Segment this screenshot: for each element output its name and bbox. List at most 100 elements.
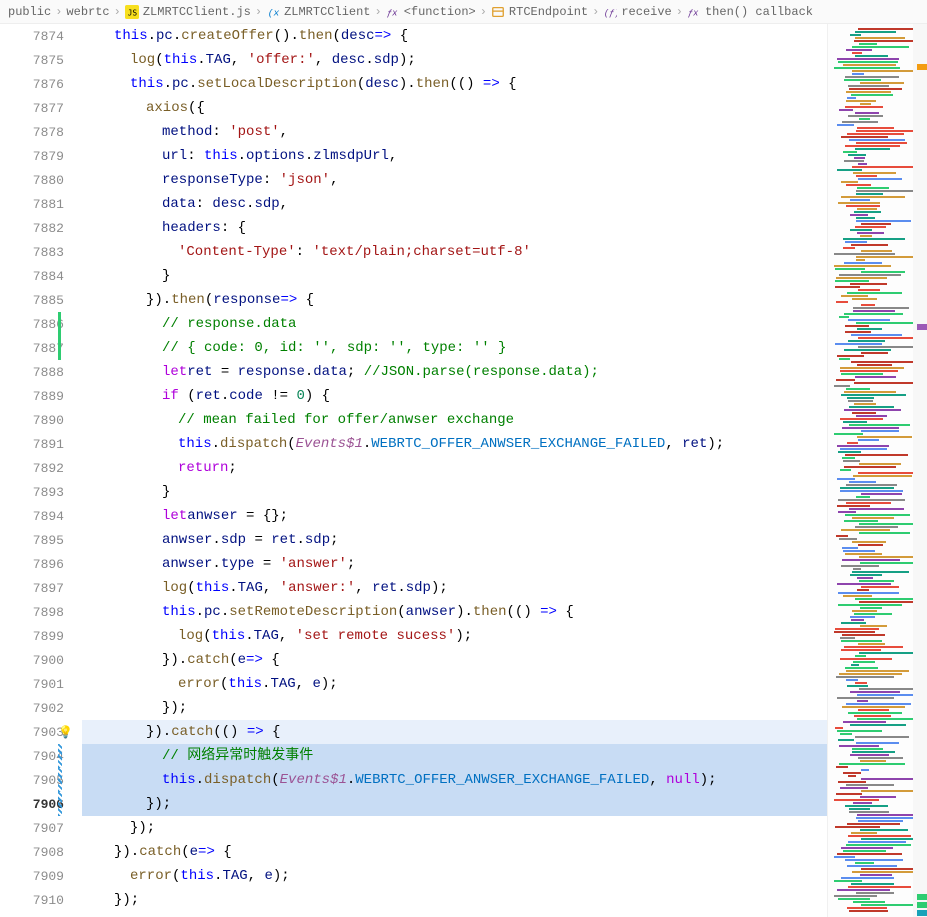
code-line[interactable]: if (ret.code != 0) { xyxy=(82,384,827,408)
code-line[interactable]: }); xyxy=(82,696,827,720)
code-line[interactable]: return; xyxy=(82,456,827,480)
line-number[interactable]: 7883 xyxy=(0,240,82,264)
code-line[interactable]: 'Content-Type': 'text/plain;charset=utf-… xyxy=(82,240,827,264)
minimap-line xyxy=(845,106,883,108)
line-number[interactable]: 7898 xyxy=(0,600,82,624)
minimap-line xyxy=(846,91,891,93)
crumb-var[interactable]: (x) ZLMRTCClient xyxy=(266,5,370,19)
crumb-file[interactable]: JS ZLMRTCClient.js xyxy=(125,5,251,19)
minimap-marker[interactable] xyxy=(917,902,927,908)
line-number[interactable]: 7892 xyxy=(0,456,82,480)
code-line[interactable]: }); xyxy=(82,888,827,912)
line-number[interactable]: 7900 xyxy=(0,648,82,672)
line-number[interactable]: 7885 xyxy=(0,288,82,312)
code-line[interactable]: }).catch(() => { xyxy=(82,720,827,744)
crumb-class[interactable]: RTCEndpoint xyxy=(491,5,588,19)
editor[interactable]: 7874787578767877787878797880788178827883… xyxy=(0,24,927,917)
line-number[interactable]: 7876 xyxy=(0,72,82,96)
line-number[interactable]: 7880 xyxy=(0,168,82,192)
minimap-marker[interactable] xyxy=(917,64,927,70)
code-line[interactable]: // mean failed for offer/anwser exchange xyxy=(82,408,827,432)
crumb-fn[interactable]: ƒx <function> xyxy=(386,5,476,19)
code-line[interactable]: this.dispatch(Events$1.WEBRTC_OFFER_ANWS… xyxy=(82,768,827,792)
code-line[interactable]: }); xyxy=(82,792,827,816)
minimap-marker[interactable] xyxy=(917,910,927,916)
code-line[interactable]: error(this.TAG, e); xyxy=(82,672,827,696)
minimap-line xyxy=(861,838,914,840)
line-number[interactable]: 7906 xyxy=(0,792,82,816)
code-line[interactable]: this.pc.setRemoteDescription(anwser).the… xyxy=(82,600,827,624)
line-number[interactable]: 7875 xyxy=(0,48,82,72)
crumb-public[interactable]: public xyxy=(8,5,51,19)
line-number[interactable]: 7899 xyxy=(0,624,82,648)
line-number[interactable]: 7897 xyxy=(0,576,82,600)
code-line[interactable]: this.dispatch(Events$1.WEBRTC_OFFER_ANWS… xyxy=(82,432,827,456)
line-number[interactable]: 7877 xyxy=(0,96,82,120)
code-line[interactable]: url: this.options.zlmsdpUrl, xyxy=(82,144,827,168)
code-line[interactable]: // response.data xyxy=(82,312,827,336)
line-number[interactable]: 7905 xyxy=(0,768,82,792)
code-line[interactable]: this.pc.setLocalDescription(desc).then((… xyxy=(82,72,827,96)
line-number[interactable]: 7887 xyxy=(0,336,82,360)
line-number[interactable]: 7878 xyxy=(0,120,82,144)
code-line[interactable]: }).catch(e => { xyxy=(82,840,827,864)
crumb-method[interactable]: (ƒ) receive xyxy=(603,5,671,19)
code-line[interactable]: log(this.TAG, 'set remote sucess'); xyxy=(82,624,827,648)
line-number[interactable]: 7884 xyxy=(0,264,82,288)
line-number[interactable]: 💡7903 xyxy=(0,720,82,744)
code-line[interactable]: }).then(response => { xyxy=(82,288,827,312)
line-number[interactable]: 7881 xyxy=(0,192,82,216)
line-number[interactable]: 7890 xyxy=(0,408,82,432)
line-number[interactable]: 7896 xyxy=(0,552,82,576)
line-number[interactable]: 7895 xyxy=(0,528,82,552)
line-number[interactable]: 7901 xyxy=(0,672,82,696)
code-line[interactable]: } xyxy=(82,480,827,504)
line-number[interactable]: 7910 xyxy=(0,888,82,912)
line-number[interactable]: 7888 xyxy=(0,360,82,384)
line-number[interactable]: 7879 xyxy=(0,144,82,168)
code-line[interactable]: // 网络异常时触发事件 xyxy=(82,744,827,768)
crumb-webrtc[interactable]: webrtc xyxy=(66,5,109,19)
lightbulb-icon[interactable]: 💡 xyxy=(58,725,73,740)
line-number[interactable]: 7891 xyxy=(0,432,82,456)
minimap-line xyxy=(844,466,896,468)
line-number[interactable]: 7907 xyxy=(0,816,82,840)
code-line[interactable]: }).catch(e => { xyxy=(82,648,827,672)
code-line[interactable]: error(this.TAG, e); xyxy=(82,864,827,888)
minimap[interactable] xyxy=(827,24,927,917)
code-line[interactable]: }); xyxy=(82,816,827,840)
line-number[interactable]: 7894 xyxy=(0,504,82,528)
code-line[interactable]: anwser.sdp = ret.sdp; xyxy=(82,528,827,552)
line-number[interactable]: 7909 xyxy=(0,864,82,888)
code-line[interactable]: log(this.TAG, 'answer:', ret.sdp); xyxy=(82,576,827,600)
code-line[interactable]: anwser.type = 'answer'; xyxy=(82,552,827,576)
code-line[interactable]: let anwser = {}; xyxy=(82,504,827,528)
line-number[interactable]: 7904 xyxy=(0,744,82,768)
code-line[interactable]: headers: { xyxy=(82,216,827,240)
line-number[interactable]: 7886 xyxy=(0,312,82,336)
line-number[interactable]: 7893 xyxy=(0,480,82,504)
code-line[interactable]: let ret = response.data; //JSON.parse(re… xyxy=(82,360,827,384)
code-line[interactable]: // { code: 0, id: '', sdp: '', type: '' … xyxy=(82,336,827,360)
minimap-marker[interactable] xyxy=(917,324,927,330)
code-line[interactable]: method: 'post', xyxy=(82,120,827,144)
code-line[interactable]: responseType: 'json', xyxy=(82,168,827,192)
crumb-callback[interactable]: ƒx then() callback xyxy=(687,5,813,19)
line-number[interactable]: 7902 xyxy=(0,696,82,720)
line-number[interactable]: 7874 xyxy=(0,24,82,48)
code-line[interactable]: axios({ xyxy=(82,96,827,120)
line-number[interactable]: 7882 xyxy=(0,216,82,240)
code-line[interactable]: data: desc.sdp, xyxy=(82,192,827,216)
minimap-marker[interactable] xyxy=(917,894,927,900)
code-line[interactable]: this.pc.createOffer().then(desc => { xyxy=(82,24,827,48)
code-line[interactable]: } xyxy=(82,264,827,288)
minimap-line xyxy=(846,844,911,846)
code-line[interactable]: log(this.TAG, 'offer:', desc.sdp); xyxy=(82,48,827,72)
line-number[interactable]: 7889 xyxy=(0,384,82,408)
minimap-scroll-overlay[interactable] xyxy=(913,24,927,917)
code-area[interactable]: this.pc.createOffer().then(desc => {log(… xyxy=(82,24,827,917)
line-number[interactable]: 7908 xyxy=(0,840,82,864)
minimap-line xyxy=(834,856,855,858)
breadcrumb[interactable]: public › webrtc › JS ZLMRTCClient.js › (… xyxy=(0,0,927,24)
line-number-gutter[interactable]: 7874787578767877787878797880788178827883… xyxy=(0,24,82,917)
